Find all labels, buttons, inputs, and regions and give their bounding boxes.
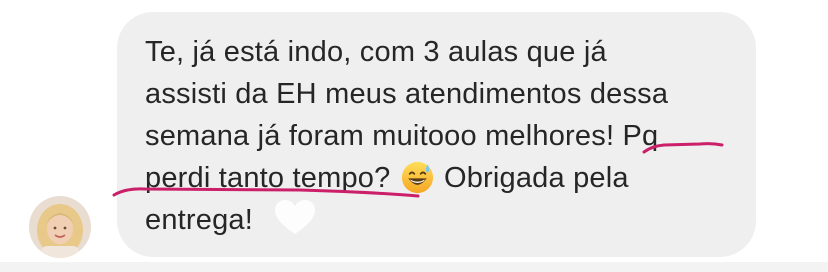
heart-icon[interactable] (272, 197, 318, 237)
message-line: entrega! (145, 204, 254, 236)
message-line: Te, já está indo, com 3 aulas que já (145, 36, 607, 68)
bottom-divider (0, 262, 828, 272)
avatar[interactable] (29, 196, 91, 258)
message-line: perdi tanto tempo? (145, 162, 399, 194)
message-line: semana já foram muitooo melhores! Pq (145, 120, 659, 152)
message-line: assisti da EH meus atendimentos dessa (145, 78, 669, 110)
message-line: Obrigada pela (435, 162, 629, 194)
message-text: Te, já está indo, com 3 aulas que já ass… (145, 31, 745, 241)
grinning-face-with-sweat-icon (401, 161, 433, 194)
